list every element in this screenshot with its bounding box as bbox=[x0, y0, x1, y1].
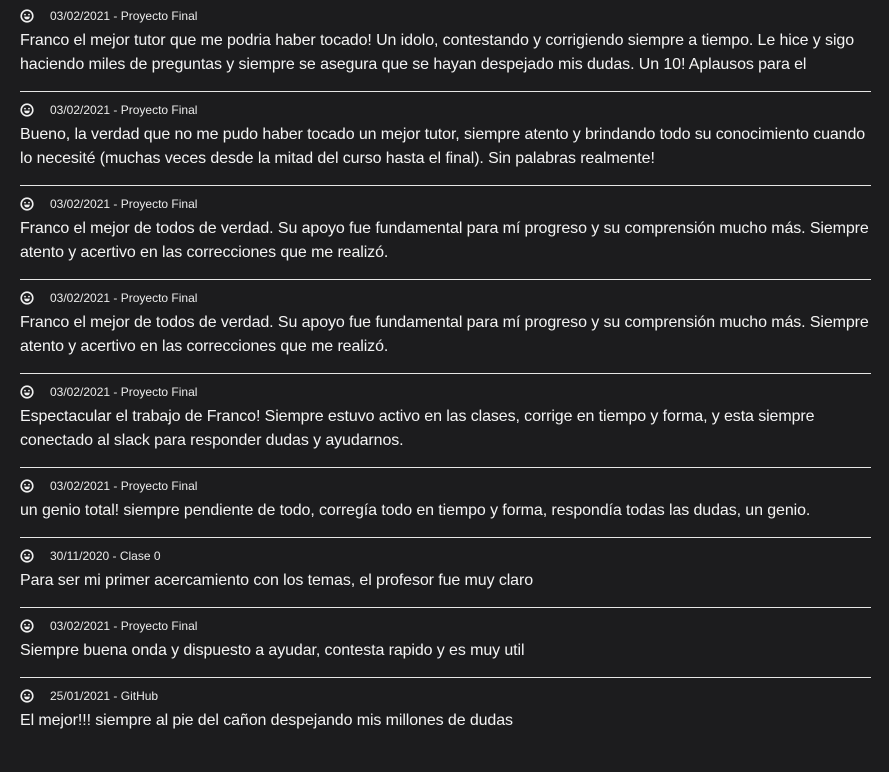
review-date: 03/02/2021 bbox=[50, 9, 111, 23]
review-meta: 30/11/2020 - Clase 0 bbox=[20, 548, 871, 564]
review-item: 03/02/2021 - Proyecto Final Bueno, la ve… bbox=[20, 92, 871, 186]
review-meta-separator: - bbox=[110, 619, 121, 633]
smiley-face-icon bbox=[20, 103, 34, 117]
smiley-face-icon bbox=[20, 689, 34, 703]
review-item: 03/02/2021 - Proyecto Final Espectacular… bbox=[20, 374, 871, 468]
review-text: Franco el mejor tutor que me podria habe… bbox=[20, 32, 854, 73]
review-date: 03/02/2021 bbox=[50, 619, 111, 633]
smiley-face-icon bbox=[20, 479, 34, 493]
reviews-feed: 03/02/2021 - Proyecto Final Franco el me… bbox=[0, 0, 889, 747]
review-course: Proyecto Final bbox=[120, 103, 198, 117]
review-meta: 03/02/2021 - Proyecto Final bbox=[20, 102, 871, 118]
review-meta-separator: - bbox=[109, 549, 120, 563]
review-course: Proyecto Final bbox=[120, 619, 198, 633]
review-date: 03/02/2021 bbox=[50, 103, 111, 117]
review-course: Proyecto Final bbox=[120, 9, 198, 23]
review-text: Franco el mejor de todos de verdad. Su a… bbox=[20, 314, 869, 355]
review-meta-separator: - bbox=[110, 385, 121, 399]
review-date: 03/02/2021 bbox=[50, 291, 111, 305]
review-course: Proyecto Final bbox=[120, 479, 198, 493]
review-text: Para ser mi primer acercamiento con los … bbox=[20, 572, 533, 589]
review-course: Proyecto Final bbox=[120, 197, 198, 211]
review-meta-separator: - bbox=[110, 479, 121, 493]
review-text: Franco el mejor de todos de verdad. Su a… bbox=[20, 220, 869, 261]
review-text: Espectacular el trabajo de Franco! Siemp… bbox=[20, 408, 815, 449]
review-meta: 03/02/2021 - Proyecto Final bbox=[20, 384, 871, 400]
review-meta: 03/02/2021 - Proyecto Final bbox=[20, 8, 871, 24]
review-meta-separator: - bbox=[110, 9, 121, 23]
smiley-face-icon bbox=[20, 619, 34, 633]
review-item: 03/02/2021 - Proyecto Final Siempre buen… bbox=[20, 608, 871, 678]
review-meta-separator: - bbox=[110, 689, 121, 703]
review-item: 03/02/2021 - Proyecto Final Franco el me… bbox=[20, 186, 871, 280]
review-course: GitHub bbox=[120, 689, 159, 703]
smiley-face-icon bbox=[20, 385, 34, 399]
review-meta: 03/02/2021 - Proyecto Final bbox=[20, 478, 871, 494]
review-item: 03/02/2021 - Proyecto Final Franco el me… bbox=[20, 280, 871, 374]
review-text: Bueno, la verdad que no me pudo haber to… bbox=[20, 126, 866, 167]
review-date: 03/02/2021 bbox=[50, 479, 111, 493]
review-item: 03/02/2021 - Proyecto Final Franco el me… bbox=[20, 0, 871, 92]
review-meta: 03/02/2021 - Proyecto Final bbox=[20, 196, 871, 212]
review-course: Clase 0 bbox=[119, 549, 161, 563]
review-course: Proyecto Final bbox=[120, 291, 198, 305]
review-text: El mejor!!! siempre al pie del cañon des… bbox=[20, 712, 513, 729]
review-item: 25/01/2021 - GitHub El mejor!!! siempre … bbox=[20, 678, 871, 747]
review-date: 03/02/2021 bbox=[50, 197, 111, 211]
smiley-face-icon bbox=[20, 549, 34, 563]
review-date: 03/02/2021 bbox=[50, 385, 111, 399]
review-meta: 03/02/2021 - Proyecto Final bbox=[20, 618, 871, 634]
smiley-face-icon bbox=[20, 197, 34, 211]
review-item: 30/11/2020 - Clase 0 Para ser mi primer … bbox=[20, 538, 871, 608]
review-meta-separator: - bbox=[110, 197, 121, 211]
review-date: 25/01/2021 bbox=[50, 689, 111, 703]
review-meta: 03/02/2021 - Proyecto Final bbox=[20, 290, 871, 306]
review-text: un genio total! siempre pendiente de tod… bbox=[20, 502, 811, 519]
smiley-face-icon bbox=[20, 9, 34, 23]
review-course: Proyecto Final bbox=[120, 385, 198, 399]
review-meta-separator: - bbox=[110, 291, 121, 305]
smiley-face-icon bbox=[20, 291, 34, 305]
review-item: 03/02/2021 - Proyecto Final un genio tot… bbox=[20, 468, 871, 538]
review-date: 30/11/2020 bbox=[50, 549, 110, 563]
review-meta: 25/01/2021 - GitHub bbox=[20, 688, 871, 704]
review-meta-separator: - bbox=[110, 103, 121, 117]
review-text: Siempre buena onda y dispuesto a ayudar,… bbox=[20, 642, 525, 659]
